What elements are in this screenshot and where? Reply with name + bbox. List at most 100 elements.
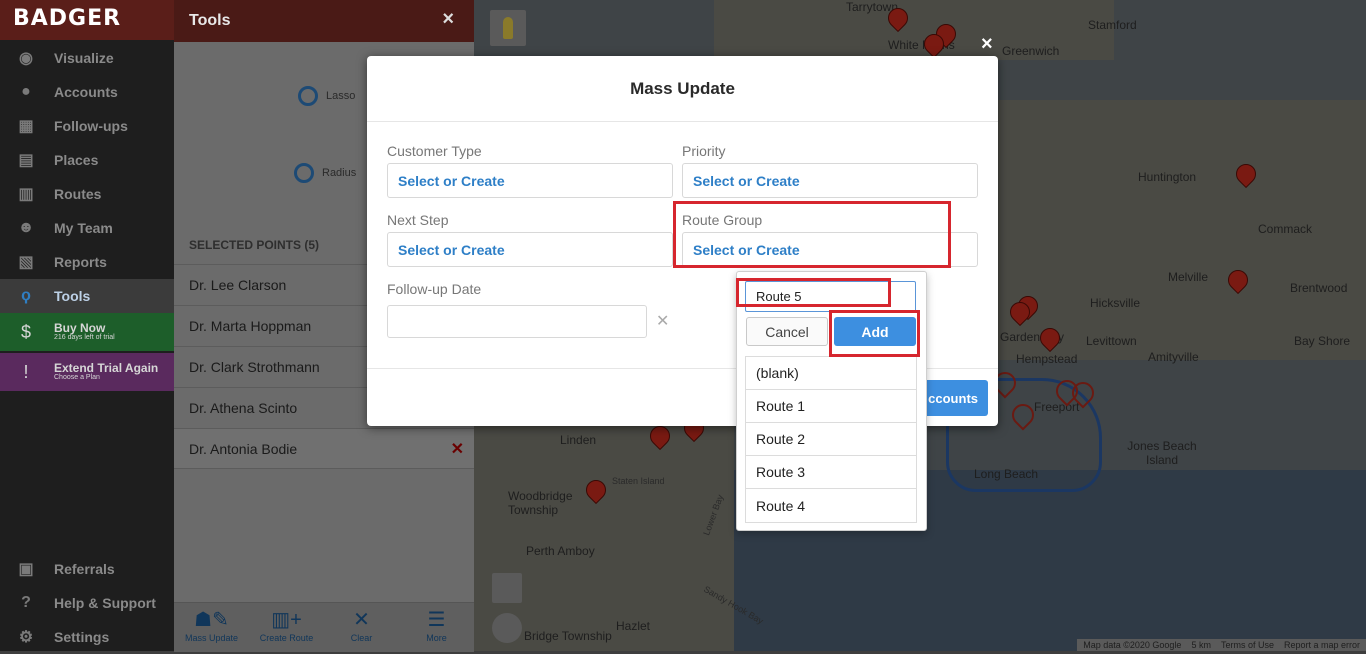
sidebar-item-label: Reports [54,254,107,270]
radius-tool[interactable]: Radius [294,163,356,183]
mass-update-button[interactable]: ☗✎ Mass Update [174,607,249,643]
map-label: Hazlet [616,619,651,633]
dropdown-option[interactable]: Route 2 [746,423,916,456]
app-logo[interactable]: BADGER [0,0,174,40]
buy-now-button[interactable]: $ Buy Now 216 days left of trial [0,313,174,351]
map-label: Perth Amboy [526,544,595,558]
sidebar-item-label: Accounts [54,84,118,100]
report-icon: ▧ [18,254,34,271]
extend-trial-button[interactable]: ! Extend Trial Again Choose a Plan [0,353,174,391]
map-label: Staten Island [612,476,665,486]
help-icon: ? [21,594,31,611]
point-name: Dr. Athena Scinto [189,400,298,416]
sidebar-item-label: My Team [54,220,113,236]
sidebar-item-label: Visualize [54,50,114,66]
next-step-label: Next Step [387,212,449,228]
modal-title: Mass Update [367,56,998,122]
map-label: Jones Beach Island [1127,439,1197,467]
sidebar-item-label: Referrals [54,561,115,577]
map-locate-button[interactable] [492,613,522,643]
priority-select[interactable]: Select or Create [682,163,978,198]
user-edit-icon: ☗✎ [194,609,229,631]
point-name: Dr. Antonia Bodie [189,440,298,457]
sidebar: BADGER ◉ Visualize ● Accounts ▦ Follow-u… [0,0,174,651]
sidebar-item-accounts[interactable]: ● Accounts [0,75,174,109]
menu-icon: ☰ [427,609,446,631]
street-view-pegman[interactable] [490,10,526,46]
point-name: Dr. Lee Clarson [189,277,287,293]
sidebar-item-tools[interactable]: ϙ Tools [0,279,174,313]
followup-date-label: Follow-up Date [387,281,482,297]
sidebar-item-label: Settings [54,629,110,645]
dropdown-option[interactable]: (blank) [746,357,916,390]
create-route-label: Create Route [259,633,314,643]
next-step-select[interactable]: Select or Create [387,232,673,267]
map-terms-link[interactable]: Terms of Use [1221,640,1274,650]
lasso-tool[interactable]: Lasso [298,86,355,106]
remove-icon[interactable]: ✕ [451,439,464,459]
list-item[interactable]: Dr. Antonia Bodie ✕ [174,428,474,469]
sidebar-item-referrals[interactable]: ▣ Referrals [0,552,174,586]
map-label: Melville [1168,270,1209,284]
sidebar-item-follow-ups[interactable]: ▦ Follow-ups [0,109,174,143]
sidebar-item-label: Tools [54,288,91,304]
more-label: More [426,633,447,643]
sidebar-item-visualize[interactable]: ◉ Visualize [0,41,174,75]
sidebar-item-my-team[interactable]: ☻ My Team [0,211,174,245]
map-label: Bay Shore [1294,334,1351,348]
create-route-button[interactable]: ▥+ Create Route [249,607,324,643]
map-scale: 5 km [1191,640,1211,650]
map-label: Commack [1258,222,1313,236]
more-button[interactable]: ☰ More [399,607,474,643]
sidebar-item-routes[interactable]: ▥ Routes [0,177,174,211]
map-layers-button[interactable] [492,573,522,603]
sidebar-item-label: Help & Support [54,595,156,611]
priority-label: Priority [682,143,726,159]
team-icon: ☻ [17,219,35,236]
customer-type-label: Customer Type [387,143,482,159]
map-label: Linden [560,433,597,447]
sidebar-item-places[interactable]: ▤ Places [0,143,174,177]
map-label: Amityville [1148,350,1199,364]
map-label: Brentwood [1290,281,1348,295]
tools-title: Tools [189,12,231,29]
sidebar-item-label: Follow-ups [54,118,128,134]
gear-icon: ⚙ [18,629,34,646]
dropdown-option[interactable]: Route 1 [746,390,916,423]
point-name: Dr. Marta Hoppman [189,318,312,334]
buy-now-subtitle: 216 days left of trial [54,334,115,341]
sidebar-item-help-support[interactable]: ? Help & Support [0,586,174,620]
followup-date-input[interactable] [387,305,647,338]
clear-icon[interactable]: ✕ [656,311,669,331]
customer-type-select[interactable]: Select or Create [387,163,673,198]
sidebar-item-reports[interactable]: ▧ Reports [0,245,174,279]
clear-button[interactable]: ✕ Clear [324,607,399,643]
gift-icon: ▣ [18,561,34,578]
dropdown-option[interactable]: Route 3 [746,456,916,489]
input-highlight [736,278,891,307]
cancel-button[interactable]: Cancel [746,317,828,346]
mass-update-label: Mass Update [184,633,239,643]
close-icon[interactable]: × [442,8,454,31]
buy-now-title: Buy Now [54,321,106,335]
map-label: Levittown [1086,334,1137,348]
dropdown-option[interactable]: Route 4 [746,489,916,522]
tools-footer: ☗✎ Mass Update ▥+ Create Route ✕ Clear ☰… [174,602,474,652]
sidebar-item-settings[interactable]: ⚙ Settings [0,620,174,654]
route-group-highlight [673,201,951,268]
map-icon: ▥ [18,186,34,203]
calendar-icon: ▦ [18,118,34,135]
map-plus-icon: ▥+ [271,609,302,631]
store-icon: ▤ [18,152,34,169]
map-label: Hempstead [1016,352,1078,366]
map-label: Greenwich [1002,44,1060,58]
route-group-options: (blank) Route 1 Route 2 Route 3 Route 4 [745,356,917,523]
tools-header: Tools × [174,0,474,42]
extend-trial-title: Extend Trial Again [54,361,159,375]
close-icon[interactable]: × [981,33,993,56]
map-label: Stamford [1088,18,1137,32]
dollar-icon: $ [20,321,31,342]
map-attribution: Map data ©2020 Google 5 km Terms of Use … [1077,639,1366,651]
map-report-link[interactable]: Report a map error [1284,640,1360,650]
lasso-label: Lasso [326,90,356,102]
